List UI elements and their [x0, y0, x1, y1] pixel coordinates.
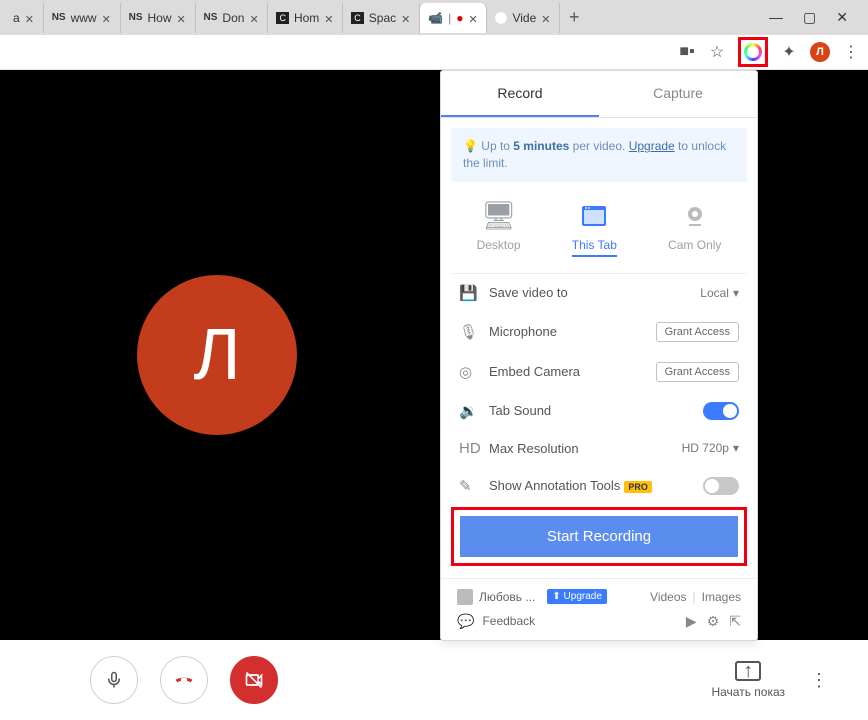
sound-icon: 🔉 — [459, 402, 477, 420]
extensions-icon[interactable]: ✦ — [780, 43, 798, 61]
profile-avatar[interactable]: Л — [810, 42, 830, 62]
mic-button[interactable] — [90, 656, 138, 704]
embed-option: ◎ Embed Camera Grant Access — [441, 352, 757, 392]
mode-desktop[interactable]: 🖥 Desktop — [477, 200, 521, 257]
settings-icon[interactable]: ⚙ — [707, 613, 720, 630]
grant-mic-button[interactable]: Grant Access — [656, 322, 739, 342]
camera-icon: ◎ — [459, 363, 477, 381]
panel-footer: Любовь ... ⬆ Upgrade Videos | Images 💬 F… — [441, 578, 757, 640]
new-tab-button[interactable]: + — [560, 7, 588, 28]
present-button[interactable]: ↑ Начать показ — [711, 661, 785, 699]
extension-highlight — [738, 37, 768, 67]
meeting-controls: ↑ Начать показ ⋮ — [0, 640, 868, 720]
limit-banner: 💡 Up to 5 minutes per video. Upgrade to … — [451, 128, 747, 182]
close-icon[interactable]: ✕ — [468, 13, 478, 23]
close-icon[interactable]: ✕ — [102, 13, 112, 23]
sound-option: 🔉 Tab Sound — [441, 392, 757, 430]
upgrade-badge[interactable]: ⬆ Upgrade — [547, 589, 607, 604]
close-icon[interactable]: ✕ — [177, 13, 187, 23]
desktop-icon: 🖥 — [477, 200, 521, 232]
save-icon: 💾 — [459, 284, 477, 302]
pen-icon: ✎ — [459, 477, 477, 495]
tab-7[interactable]: Vide✕ — [487, 3, 560, 33]
camera-icon[interactable]: ■▪ — [678, 43, 696, 61]
tab-1[interactable]: NSwww✕ — [44, 3, 121, 33]
tab-3[interactable]: NSDon✕ — [196, 3, 269, 33]
participant-avatar: Л — [137, 275, 297, 435]
hangup-button[interactable] — [160, 656, 208, 704]
record-modes: 🖥 Desktop This Tab Cam Only — [451, 192, 747, 274]
close-icon[interactable]: ✕ — [401, 13, 411, 23]
feedback-link[interactable]: Feedback — [482, 614, 535, 628]
more-options-button[interactable]: ⋮ — [810, 670, 828, 691]
recorder-extension-icon[interactable] — [744, 43, 762, 61]
feedback-icon: 💬 — [457, 613, 474, 630]
annot-toggle[interactable] — [703, 477, 739, 495]
annot-option: ✎ Show Annotation ToolsPRO — [441, 467, 757, 505]
pro-badge: PRO — [624, 481, 652, 493]
present-icon: ↑ — [735, 661, 761, 681]
bookmark-icon[interactable]: ☆ — [708, 43, 726, 61]
close-window-button[interactable]: ✕ — [836, 9, 848, 26]
camera-icon: 📹 — [428, 11, 443, 25]
recorder-panel: Record Capture 💡 Up to 5 minutes per vid… — [440, 70, 758, 641]
tab-capture[interactable]: Capture — [599, 71, 757, 117]
webcam-icon — [668, 200, 721, 232]
start-highlight: Start Recording — [451, 507, 747, 566]
bulb-icon: 💡 — [463, 139, 481, 153]
save-to-option[interactable]: 💾 Save video to Local ▾ — [441, 274, 757, 312]
tab-record[interactable]: Record — [441, 71, 599, 117]
mode-cam[interactable]: Cam Only — [668, 200, 721, 257]
tab-5[interactable]: CSpac✕ — [343, 3, 420, 33]
mic-icon: 🎙 — [459, 323, 477, 341]
hd-icon: HD — [459, 440, 477, 457]
images-link[interactable]: Images — [702, 590, 741, 604]
res-option[interactable]: HD Max Resolution HD 720p ▾ — [441, 430, 757, 467]
close-icon[interactable]: ✕ — [249, 13, 259, 23]
popout-icon[interactable]: ⇱ — [729, 613, 741, 630]
tab-4[interactable]: CHom✕ — [268, 3, 343, 33]
logo-icon — [495, 12, 507, 24]
user-avatar-icon — [457, 589, 473, 605]
tab-6-active[interactable]: 📹|●✕ — [420, 3, 487, 33]
close-icon[interactable]: ✕ — [324, 13, 334, 23]
window-controls: — ▢ ✕ — [769, 9, 863, 26]
browser-tabs: a✕ NSwww✕ NSHow✕ NSDon✕ CHom✕ CSpac✕ 📹|●… — [0, 0, 868, 35]
mic-option: 🎙 Microphone Grant Access — [441, 312, 757, 352]
video-library-icon[interactable]: ▶ — [686, 613, 697, 630]
menu-icon[interactable]: ⋮ — [842, 43, 860, 61]
upgrade-link[interactable]: Upgrade — [629, 139, 675, 153]
minimize-button[interactable]: — — [769, 9, 783, 26]
tab-0[interactable]: a✕ — [5, 3, 44, 33]
start-recording-button[interactable]: Start Recording — [460, 516, 738, 557]
footer-user[interactable]: Любовь ... — [457, 589, 535, 605]
tab-icon — [572, 200, 617, 232]
close-icon[interactable]: ✕ — [541, 13, 551, 23]
mode-tab[interactable]: This Tab — [572, 200, 617, 257]
videos-link[interactable]: Videos — [650, 590, 686, 604]
grant-cam-button[interactable]: Grant Access — [656, 362, 739, 382]
close-icon[interactable]: ✕ — [25, 13, 35, 23]
tab-2[interactable]: NSHow✕ — [121, 3, 196, 33]
sound-toggle[interactable] — [703, 402, 739, 420]
panel-tabs: Record Capture — [441, 71, 757, 118]
maximize-button[interactable]: ▢ — [803, 9, 816, 26]
browser-toolbar: ■▪ ☆ ✦ Л ⋮ — [0, 35, 868, 70]
camera-off-button[interactable] — [230, 656, 278, 704]
